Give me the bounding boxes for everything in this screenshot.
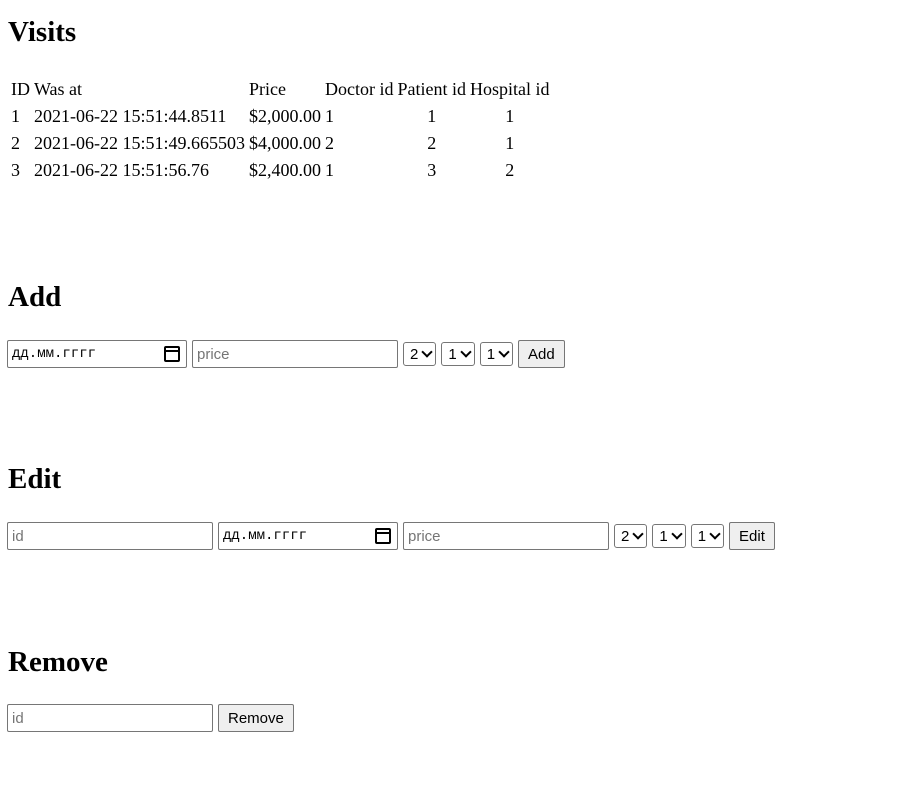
edit-form: id дд.мм.гггг price 2 1 1 Edit	[7, 522, 775, 550]
edit-button[interactable]: Edit	[729, 522, 775, 550]
chevron-down-icon	[421, 346, 434, 358]
edit-doctor-select[interactable]: 2	[614, 524, 648, 548]
chevron-down-icon	[632, 528, 645, 540]
cell-price: $4,000.00	[249, 133, 321, 153]
edit-price-input[interactable]: price	[403, 522, 609, 550]
add-patient-select-value: 1	[448, 345, 457, 363]
edit-patient-select-value: 1	[659, 527, 668, 545]
column-header-doctor-id: Doctor id	[325, 79, 394, 99]
cell-doctor-id: 2	[325, 133, 334, 153]
column-header-hospital-id: Hospital id	[469, 79, 550, 99]
chevron-down-icon	[498, 346, 510, 358]
remove-form: id Remove	[7, 704, 294, 732]
add-doctor-select-value: 2	[410, 345, 419, 363]
visits-table: ID Was at Price Doctor id Patient id Hos…	[8, 75, 552, 185]
add-price-input[interactable]: price	[192, 340, 398, 368]
chevron-down-icon	[460, 346, 472, 358]
add-date-placeholder: дд.мм.гггг	[12, 346, 97, 362]
edit-price-placeholder: price	[408, 527, 441, 545]
cell-hospital-id: 1	[505, 106, 515, 126]
edit-hospital-select[interactable]: 1	[690, 524, 725, 548]
add-heading: Add	[8, 281, 62, 313]
add-button[interactable]: Add	[518, 340, 565, 368]
chevron-down-icon	[671, 528, 683, 540]
remove-button[interactable]: Remove	[218, 704, 294, 732]
cell-price: $2,000.00	[249, 106, 321, 126]
remove-id-placeholder: id	[12, 709, 24, 727]
add-patient-select[interactable]: 1	[441, 342, 475, 366]
cell-id: 2	[11, 133, 20, 153]
cell-id: 3	[11, 160, 20, 180]
cell-was-at: 2021-06-22 15:51:49.665503	[34, 133, 245, 153]
cell-patient-id: 2	[427, 133, 437, 153]
remove-id-input[interactable]: id	[7, 704, 213, 732]
add-price-placeholder: price	[197, 345, 230, 363]
cell-patient-id: 3	[427, 160, 437, 180]
add-date-input[interactable]: дд.мм.гггг	[7, 340, 187, 368]
table-header-row: ID Was at Price Doctor id Patient id Hos…	[10, 77, 550, 102]
cell-doctor-id: 1	[325, 106, 334, 126]
calendar-icon[interactable]	[375, 528, 391, 544]
edit-date-placeholder: дд.мм.гггг	[223, 528, 308, 544]
add-doctor-select[interactable]: 2	[403, 342, 437, 366]
edit-hospital-select-value: 1	[697, 527, 707, 545]
column-header-price: Price	[249, 79, 286, 99]
table-row: 3 2021-06-22 15:51:56.76 $2,400.00 1 3 2	[10, 158, 550, 183]
cell-was-at: 2021-06-22 15:51:44.8511	[34, 106, 227, 126]
add-form: дд.мм.гггг price 2 1 1 Add	[7, 340, 565, 368]
cell-id: 1	[11, 106, 20, 126]
cell-hospital-id: 2	[505, 160, 515, 180]
column-header-id: ID	[11, 79, 30, 99]
calendar-icon[interactable]	[164, 346, 180, 362]
edit-id-placeholder: id	[12, 527, 24, 545]
column-header-patient-id: Patient id	[397, 79, 466, 99]
table-row: 1 2021-06-22 15:51:44.8511 $2,000.00 1 1…	[10, 104, 550, 129]
remove-heading: Remove	[8, 646, 108, 678]
cell-doctor-id: 1	[325, 160, 334, 180]
cell-hospital-id: 1	[505, 133, 515, 153]
table-row: 2 2021-06-22 15:51:49.665503 $4,000.00 2…	[10, 131, 550, 156]
edit-patient-select[interactable]: 1	[652, 524, 686, 548]
edit-doctor-select-value: 2	[621, 527, 630, 545]
edit-heading: Edit	[8, 463, 62, 495]
chevron-down-icon	[709, 528, 721, 540]
cell-patient-id: 1	[427, 106, 437, 126]
edit-id-input[interactable]: id	[7, 522, 213, 550]
column-header-was-at: Was at	[34, 79, 83, 99]
edit-date-input[interactable]: дд.мм.гггг	[218, 522, 398, 550]
cell-was-at: 2021-06-22 15:51:56.76	[34, 160, 209, 180]
add-hospital-select-value: 1	[486, 345, 496, 363]
cell-price: $2,400.00	[249, 160, 321, 180]
visits-heading: Visits	[8, 16, 77, 48]
add-hospital-select[interactable]: 1	[479, 342, 514, 366]
